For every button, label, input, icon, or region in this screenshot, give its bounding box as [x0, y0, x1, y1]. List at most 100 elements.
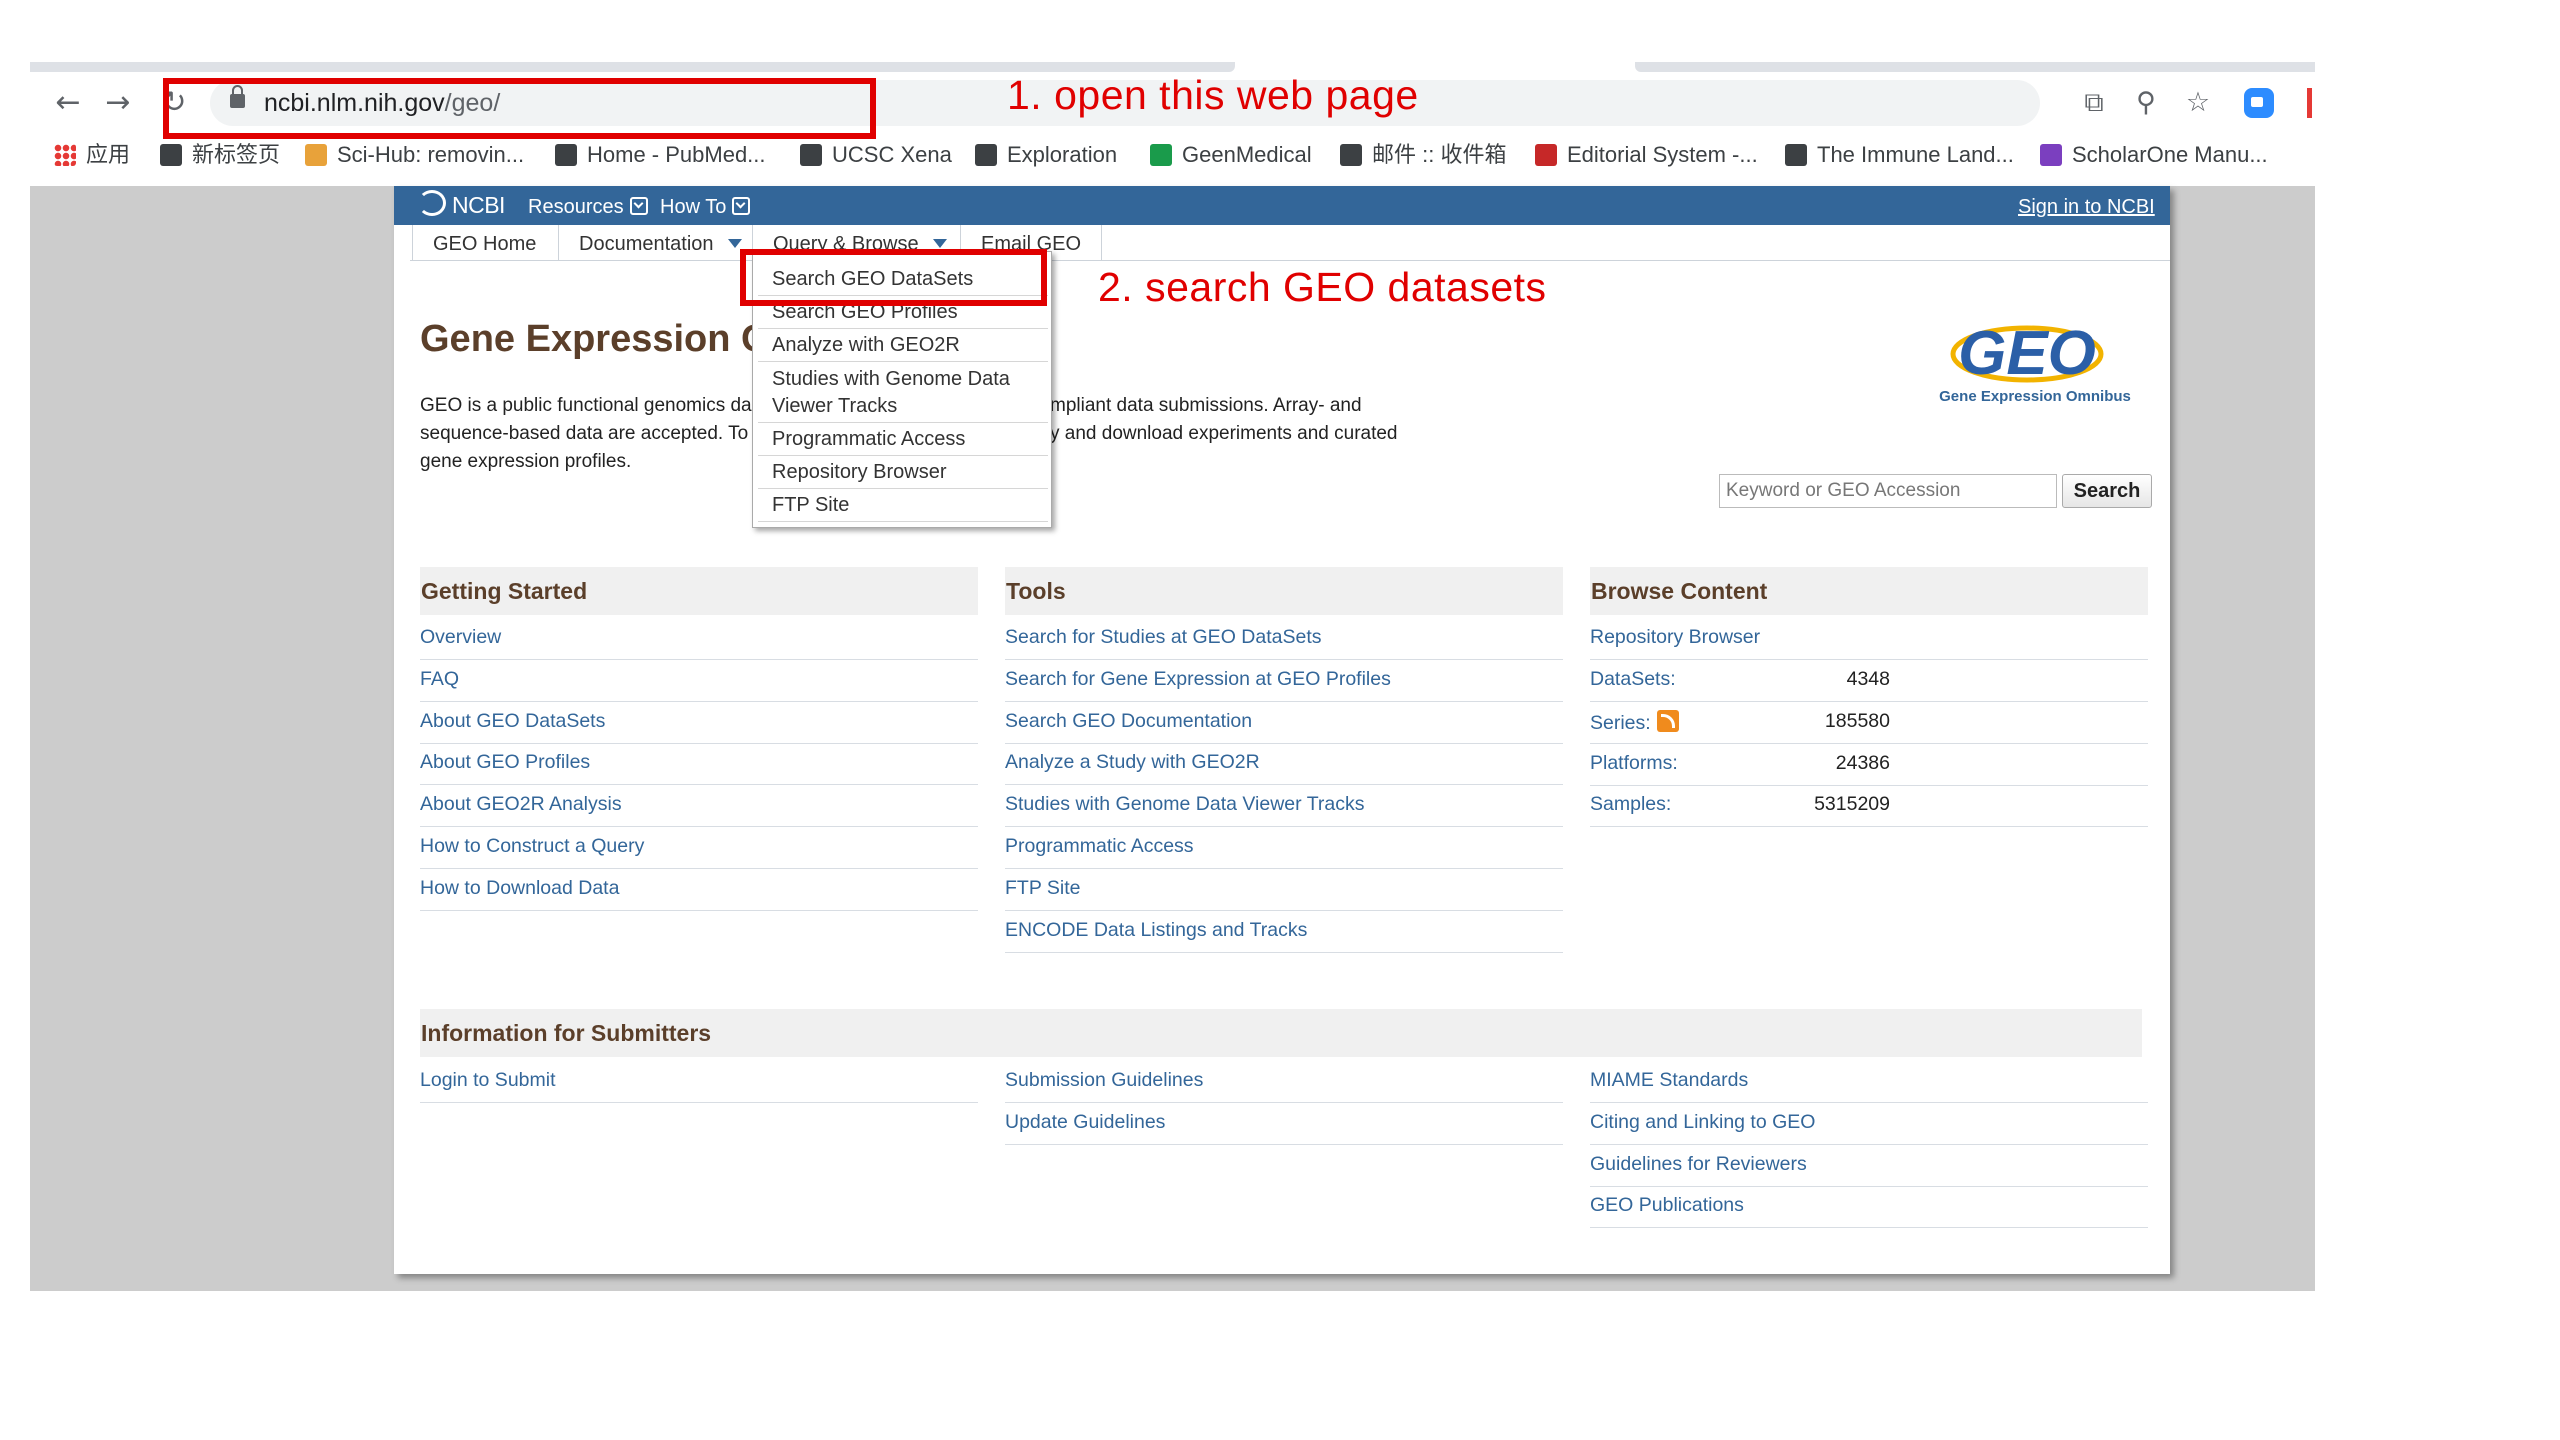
- bookmark-item[interactable]: 邮件 :: 收件箱: [1340, 138, 1506, 172]
- bookmark-label: Home - PubMed...: [587, 142, 766, 167]
- row-divider: [420, 826, 978, 828]
- list-link[interactable]: Submission Guidelines: [1005, 1069, 1203, 1092]
- list-link[interactable]: Login to Submit: [420, 1069, 556, 1092]
- ncbi-logo[interactable]: NCBI: [418, 186, 505, 225]
- stat-label[interactable]: DataSets:: [1590, 668, 1676, 691]
- section-heading-submitters: Information for Submitters: [420, 1009, 2142, 1057]
- bookmark-label: The Immune Land...: [1817, 142, 2014, 167]
- stat-label[interactable]: Platforms:: [1590, 752, 1678, 775]
- bookmark-item[interactable]: UCSC Xena: [800, 138, 952, 172]
- tab-strip: [30, 62, 1235, 72]
- section-heading: Tools: [1005, 567, 1563, 615]
- stat-label[interactable]: Series:: [1590, 709, 1679, 735]
- bookmark-label: Sci-Hub: removin...: [337, 142, 525, 167]
- intro-text-right: mpliant data submissions. Array- and y a…: [1050, 395, 1398, 444]
- list-link[interactable]: Search for Gene Expression at GEO Profil…: [1005, 668, 1391, 691]
- zoom-magnifier-icon[interactable]: ⚲: [2124, 82, 2168, 124]
- scihub-icon: [305, 144, 327, 166]
- row-divider: [1005, 951, 1563, 953]
- list-link[interactable]: About GEO Profiles: [420, 751, 590, 774]
- resources-menu[interactable]: Resources: [528, 186, 648, 225]
- howto-menu[interactable]: How To: [660, 186, 751, 225]
- stat-label-text: DataSets:: [1590, 668, 1676, 690]
- bookmark-label: UCSC Xena: [832, 142, 952, 167]
- bookmark-item[interactable]: The Immune Land...: [1785, 138, 2014, 172]
- zoom-extension-icon[interactable]: [2244, 88, 2274, 118]
- annotation-step2: 2. search GEO datasets: [1098, 264, 1547, 310]
- dropdown-triangle-icon: [727, 239, 742, 248]
- annotation-box-datasets: [740, 249, 1047, 306]
- sn-icon: [1535, 144, 1557, 166]
- tab-geo-home[interactable]: GEO Home: [412, 225, 556, 260]
- back-arrow-icon[interactable]: ←: [50, 78, 86, 128]
- dropdown-item[interactable]: FTP Site: [758, 489, 1048, 522]
- bookmark-item[interactable]: 新标签页: [160, 138, 280, 172]
- list-link[interactable]: How to Construct a Query: [420, 835, 644, 858]
- bookmark-star-icon[interactable]: ☆: [2176, 82, 2220, 124]
- row-divider: [1005, 659, 1563, 660]
- list-link[interactable]: Analyze a Study with GEO2R: [1005, 751, 1260, 774]
- repository-browser-link[interactable]: Repository Browser: [1590, 626, 1760, 649]
- list-link[interactable]: Programmatic Access: [1005, 835, 1194, 858]
- intro-text: GEO is a public functional genomics da s…: [420, 395, 752, 472]
- list-link[interactable]: About GEO DataSets: [420, 710, 605, 733]
- stat-label-text: Platforms:: [1590, 751, 1678, 774]
- geenmedical-icon: [1150, 144, 1172, 166]
- dropdown-item[interactable]: Studies with Genome Data Viewer Tracks: [758, 362, 1048, 423]
- bookmark-item[interactable]: ScholarOne Manu...: [2040, 138, 2268, 172]
- globe-icon: [160, 144, 182, 166]
- stat-label[interactable]: Samples:: [1590, 793, 1671, 816]
- row-divider: [1590, 659, 2148, 660]
- forward-arrow-icon[interactable]: →: [100, 78, 136, 128]
- list-link[interactable]: GEO Publications: [1590, 1194, 1744, 1217]
- bookmark-item[interactable]: GeenMedical: [1150, 138, 1312, 172]
- translate-icon[interactable]: ⧉: [2072, 82, 2116, 124]
- list-link[interactable]: MIAME Standards: [1590, 1069, 1748, 1092]
- list-link[interactable]: FAQ: [420, 668, 459, 691]
- extension-icon[interactable]: [2307, 88, 2312, 118]
- bookmark-item[interactable]: Exploration: [975, 138, 1117, 172]
- list-link[interactable]: About GEO2R Analysis: [420, 793, 622, 816]
- annotation-box-url: [163, 78, 876, 139]
- list-link[interactable]: ENCODE Data Listings and Tracks: [1005, 919, 1307, 942]
- list-link[interactable]: Search for Studies at GEO DataSets: [1005, 626, 1322, 649]
- search-input[interactable]: [1719, 474, 2057, 508]
- bookmark-label: 新标签页: [192, 142, 281, 167]
- list-link[interactable]: FTP Site: [1005, 877, 1081, 900]
- list-link[interactable]: Citing and Linking to GEO: [1590, 1111, 1815, 1134]
- list-link[interactable]: How to Download Data: [420, 877, 619, 900]
- search-button[interactable]: Search: [2062, 474, 2152, 508]
- dropdown-item[interactable]: Analyze with GEO2R: [758, 329, 1048, 362]
- dropdown-triangle-icon: [932, 239, 947, 248]
- row-divider: [1590, 742, 2148, 744]
- row-divider: [420, 909, 978, 911]
- row-divider: [1590, 1143, 2148, 1145]
- chevron-down-icon: [732, 197, 751, 215]
- geo-logo-text: GEO: [1958, 319, 2096, 388]
- list-link[interactable]: Search GEO Documentation: [1005, 710, 1252, 733]
- list-link[interactable]: Update Guidelines: [1005, 1111, 1165, 1134]
- row-divider: [1005, 784, 1563, 786]
- dropdown-item[interactable]: Programmatic Access: [758, 423, 1048, 456]
- bookmark-item[interactable]: Editorial System -...: [1535, 138, 1758, 172]
- bookmark-tag-icon: [555, 144, 577, 166]
- list-link[interactable]: Studies with Genome Data Viewer Tracks: [1005, 793, 1364, 816]
- tab-documentation[interactable]: Documentation: [558, 225, 762, 260]
- geo-logo-subtitle: Gene Expression Omnibus: [1939, 388, 2131, 405]
- bookmark-item[interactable]: Home - PubMed...: [555, 138, 766, 172]
- bookmark-label: 邮件 :: 收件箱: [1372, 142, 1507, 167]
- rss-feed-icon[interactable]: [1656, 709, 1679, 732]
- row-divider: [420, 784, 978, 786]
- row-divider: [1005, 700, 1563, 702]
- stat-label-text: Series:: [1590, 711, 1651, 734]
- row-divider: [420, 700, 978, 702]
- bookmark-item[interactable]: Sci-Hub: removin...: [305, 138, 524, 172]
- mail-icon: [1340, 144, 1362, 166]
- row-divider: [1590, 1102, 2148, 1103]
- list-link[interactable]: Overview: [420, 626, 501, 649]
- sign-in-link[interactable]: Sign in to NCBI: [2018, 186, 2155, 225]
- dropdown-item[interactable]: Repository Browser: [758, 456, 1048, 489]
- list-link[interactable]: Guidelines for Reviewers: [1590, 1153, 1807, 1176]
- tab-strip: [1635, 62, 2315, 72]
- bookmark-item[interactable]: 应用: [54, 138, 130, 172]
